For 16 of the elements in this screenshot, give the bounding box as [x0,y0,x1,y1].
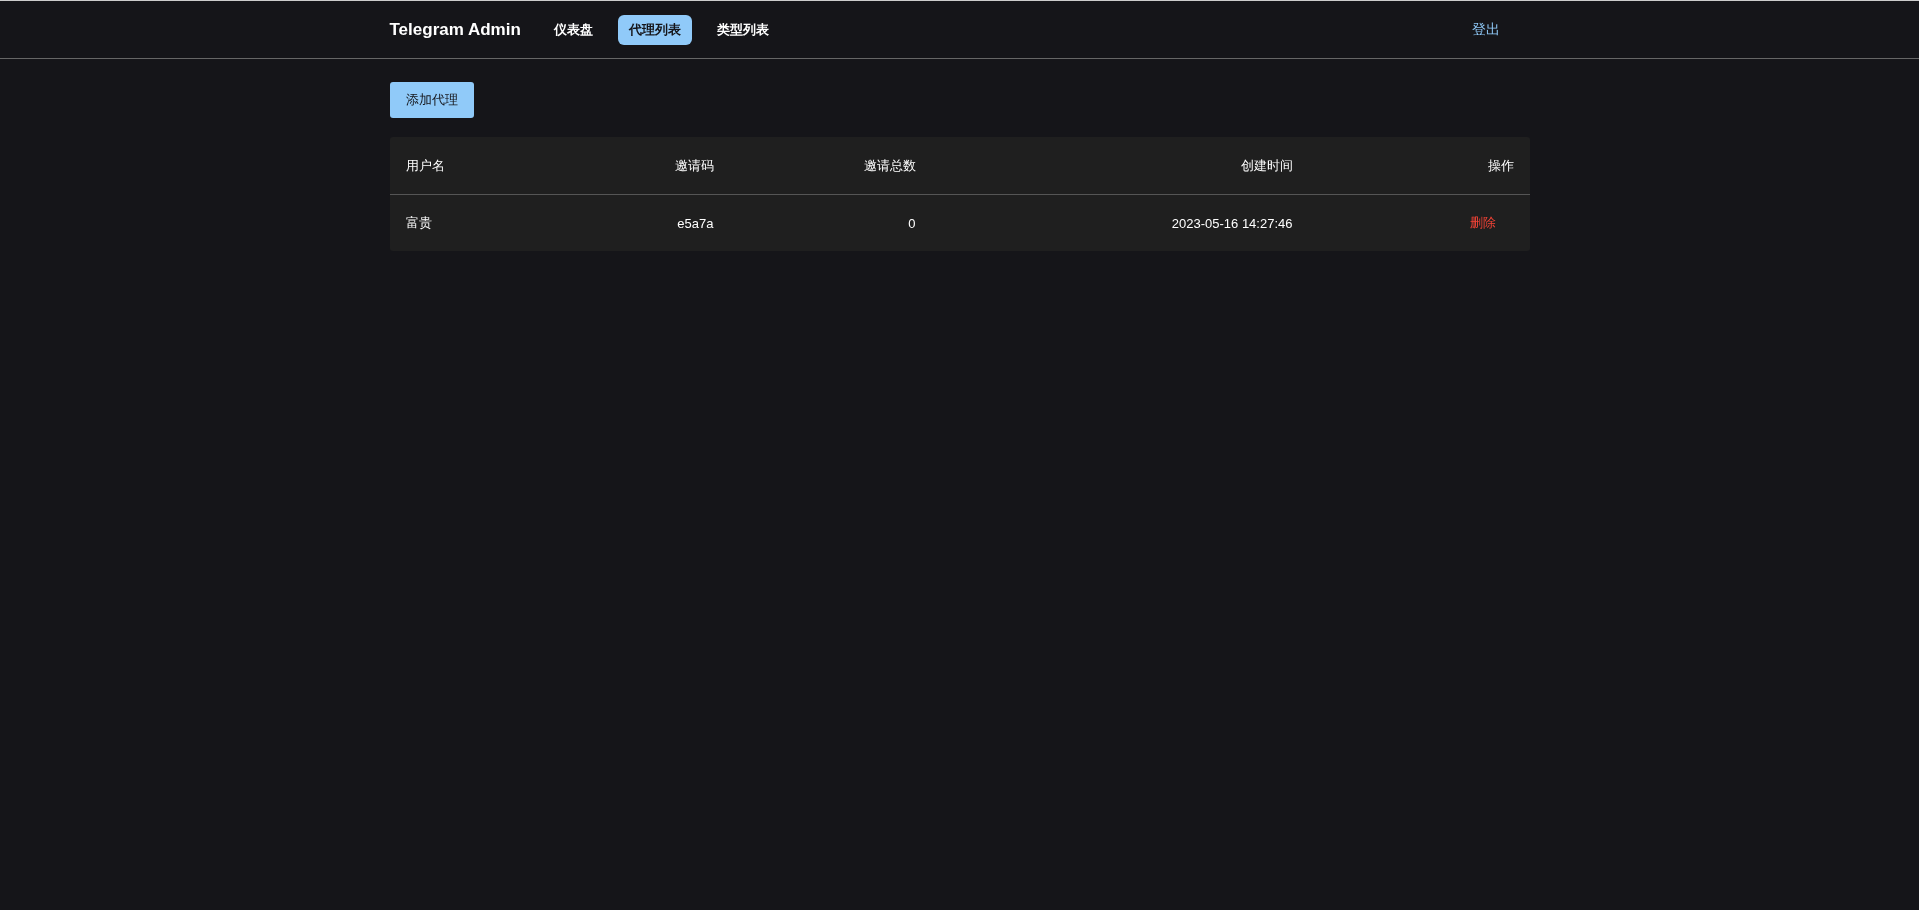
column-header: 用户名 [404,156,446,175]
nav-tab[interactable]: 代理列表 [617,14,692,45]
column-header: 创建时间 [1239,156,1294,175]
logout-link[interactable]: 登出 [1471,20,1500,39]
column-header: 邀请码 [673,156,715,175]
table-cell-text: e5a7a [676,215,715,231]
delete-link[interactable]: 删除 [1469,215,1496,230]
column-header: 邀请总数 [862,156,917,175]
column-header: 操作 [1486,156,1515,175]
add-agent-button[interactable]: 添加代理 [389,82,474,118]
table-cell-text: 富贵 [404,214,433,232]
nav-tab[interactable]: 类型列表 [705,14,780,45]
nav-tab[interactable]: 仪表盘 [542,14,604,45]
table-cell-text: 2023-05-16 14:27:46 [1170,215,1294,231]
table-cell-text: 0 [907,215,917,231]
brand-title: Telegram Admin [389,19,521,40]
